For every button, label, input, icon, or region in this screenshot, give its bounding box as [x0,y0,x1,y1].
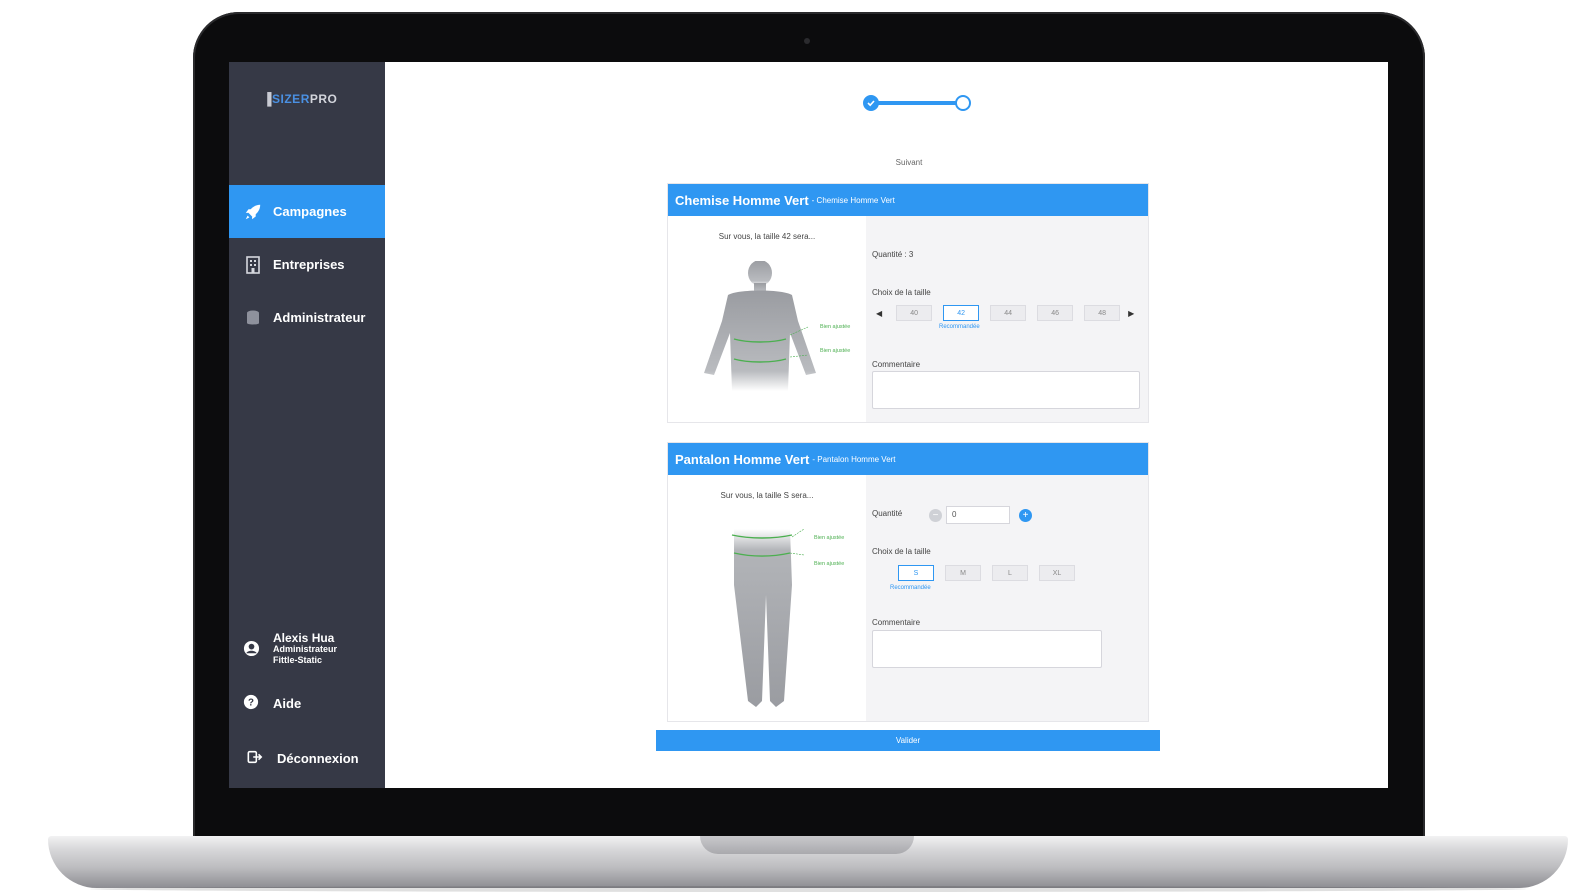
logo-sizer: SIZER [272,92,310,106]
stepper-line [877,101,963,105]
size-option-selected[interactable]: S [898,565,934,581]
sidebar-item-label: Entreprises [273,257,345,272]
card-header: Chemise Homme Vert - Chemise Homme Vert [668,184,1148,216]
logo: ▐SIZERPRO [263,92,337,106]
product-subtitle: - Chemise Homme Vert [811,195,895,205]
measure-hips: Bien ajustée [814,561,845,567]
step-2[interactable] [955,95,971,111]
laptop-notch [700,836,914,854]
card-header: Pantalon Homme Vert - Pantalon Homme Ver… [668,443,1148,475]
size-option[interactable]: XL [1039,565,1075,581]
help-label: Aide [273,695,302,711]
logo-pro: PRO [309,92,338,106]
sidebar-item-campagnes[interactable]: Campagnes [229,185,385,238]
svg-text:?: ? [248,698,254,709]
silhouette-panel: Sur vous, la taille S sera... Bien ajust… [668,475,866,721]
quantity-label: Quantité [872,509,903,518]
logo-mark: ▐ [263,92,273,106]
user-role: Administrateur [273,644,338,654]
comment-textarea[interactable] [872,371,1140,409]
validate-button[interactable]: Valider [656,730,1160,751]
progress-stepper [863,93,975,115]
measure-chest: Bien ajustée [820,324,851,330]
sidebar-item-entreprises[interactable]: Entreprises [229,238,385,291]
product-card-pantalon: Pantalon Homme Vert - Pantalon Homme Ver… [667,442,1149,722]
app-screen: ▐SIZERPRO Campagnes Entreprises Administ… [229,62,1388,788]
arrow-right-icon[interactable]: ▶ [1128,309,1134,318]
quantity-input[interactable]: 0 [946,506,1010,524]
quantity-label: Quantité : 3 [872,250,914,259]
camera [804,38,810,44]
size-option[interactable]: 46 [1037,305,1074,321]
stepper-label: Suivant [895,158,923,167]
options-panel: Quantité : 3 Choix de la taille ◀ 40 42 … [866,216,1148,422]
silhouette-panel: Sur vous, la taille 42 sera... Bien ajus… [668,216,866,422]
size-label: Choix de la taille [872,288,931,297]
measure-waist: Bien ajustée [814,535,845,541]
recommended-label: Recommandée [890,585,931,591]
recommended-label: Recommandée [939,324,980,330]
database-icon [243,308,263,328]
torso-silhouette-icon [704,261,816,391]
step-1-check-icon[interactable] [863,95,879,111]
logout-link[interactable]: Déconnexion [247,749,359,767]
product-card-chemise: Chemise Homme Vert - Chemise Homme Vert … [667,183,1149,423]
logout-label: Déconnexion [277,750,359,766]
product-title: Chemise Homme Vert [675,192,809,208]
plus-icon[interactable]: + [1019,509,1032,522]
size-selector: S M L XL [898,565,1086,581]
minus-icon[interactable]: − [929,509,942,522]
user-name: Alexis Hua [273,631,335,645]
size-label: Choix de la taille [872,547,931,556]
product-subtitle: - Pantalon Homme Vert [812,454,896,464]
options-panel: Quantité − 0 + Choix de la taille S M L … [866,475,1148,721]
laptop-shadow [90,886,1526,892]
size-selector: ◀ 40 42 44 46 48 ▶ [876,305,1134,321]
comment-label: Commentaire [872,360,921,369]
fit-text: Sur vous, la taille S sera... [720,491,814,500]
measure-waist: Bien ajustée [820,348,851,354]
size-option[interactable]: L [992,565,1028,581]
product-title: Pantalon Homme Vert [675,451,810,467]
fit-text: Sur vous, la taille 42 sera... [718,232,816,241]
sidebar-item-label: Campagnes [273,204,347,219]
size-option-selected[interactable]: 42 [943,305,980,321]
rocket-icon [243,202,263,222]
legs-silhouette-icon [731,528,805,707]
help-icon: ? [243,694,261,712]
help-link[interactable]: ? Aide [243,694,301,712]
arrow-left-icon[interactable]: ◀ [876,309,882,318]
size-option[interactable]: 44 [990,305,1027,321]
building-icon [243,255,263,275]
user-icon [243,640,261,658]
comment-label: Commentaire [872,618,921,627]
size-option[interactable]: M [945,565,981,581]
user-company: Fittle-Static [273,655,323,665]
sidebar-item-administrateur[interactable]: Administrateur [229,291,385,344]
size-option[interactable]: 48 [1084,305,1121,321]
sidebar-item-label: Administrateur [273,310,366,325]
logout-icon [247,749,265,767]
comment-textarea[interactable] [872,630,1102,668]
size-option[interactable]: 40 [896,305,933,321]
sidebar: ▐SIZERPRO Campagnes Entreprises Administ… [229,62,385,788]
user-profile[interactable]: Alexis Hua Administrateur Fittle-Static [243,632,337,666]
